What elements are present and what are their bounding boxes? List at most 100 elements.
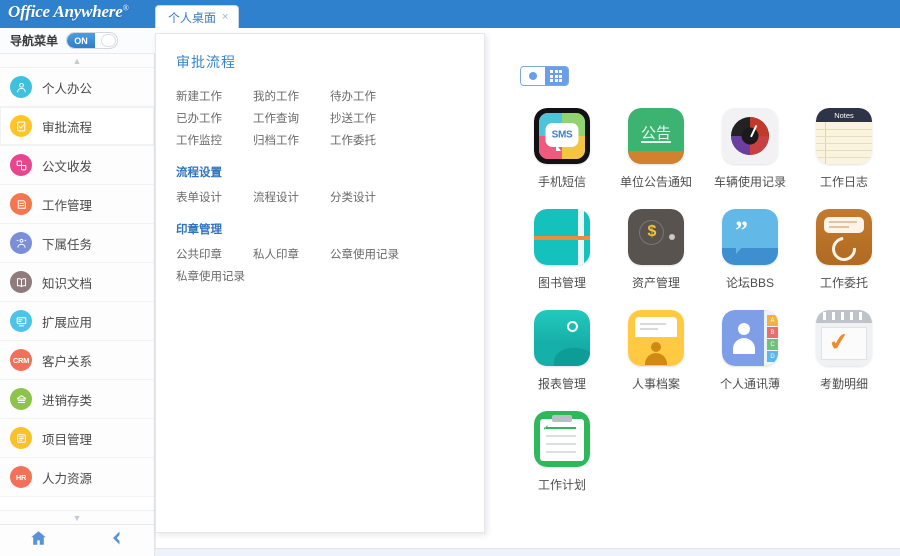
grid-view-button[interactable] (545, 67, 569, 85)
sidebar-item-label: 公文收发 (42, 156, 92, 175)
app-tile-6[interactable]: $资产管理 (609, 209, 703, 291)
megamenu-link-2-2[interactable]: 流程设计 (253, 187, 330, 209)
megamenu-link-3-2[interactable]: 私人印章 (253, 244, 330, 266)
nav-menu-toggle-row: 导航菜单 ON (0, 28, 155, 54)
sidebar-item-5[interactable]: 下属任务 (0, 224, 154, 263)
project-icon (10, 427, 32, 449)
megamenu-link-1-3[interactable]: 待办工作 (330, 86, 407, 108)
sidebar-item-4[interactable]: 工作管理 (0, 185, 154, 224)
app-tile-1[interactable]: SMS手机短信 (515, 108, 609, 190)
chevron-left-icon (110, 530, 122, 551)
app-tile-2[interactable]: 公告单位公告通知 (609, 108, 703, 190)
list-view-button[interactable] (521, 67, 545, 85)
main-content: SMS手机短信公告单位公告通知车辆使用记录Notes工作日志图书管理$资产管理”… (485, 33, 900, 548)
megamenu-link-2-1[interactable]: 表单设计 (176, 187, 253, 209)
app-tile-3[interactable]: 车辆使用记录 (703, 108, 797, 190)
app-tile-label: 报表管理 (538, 375, 586, 392)
plan-icon: ✔ (534, 411, 590, 467)
megamenu-link-3-1[interactable]: 公共印章 (176, 244, 253, 266)
registered-mark: ® (123, 3, 129, 12)
megamenu-link-1-4[interactable]: 已办工作 (176, 108, 253, 130)
hr-icon: HR (10, 466, 32, 488)
sidebar-item-2[interactable]: 审批流程 (0, 107, 154, 146)
close-icon[interactable]: × (222, 12, 228, 23)
list-view-icon (529, 72, 537, 80)
megamenu-group-title-3: 印章管理 (176, 221, 484, 237)
sidebar-item-label: 客户关系 (42, 351, 92, 370)
app-tile-label: 考勤明细 (820, 375, 868, 392)
megamenu-link-2-3[interactable]: 分类设计 (330, 187, 407, 209)
app-tile-label: 工作委托 (820, 274, 868, 291)
notes-icon: Notes (816, 108, 872, 164)
sidebar-item-11[interactable]: HR人力资源 (0, 458, 154, 497)
sidebar-item-1[interactable]: 个人办公 (0, 68, 154, 107)
announce-icon: 公告 (628, 108, 684, 164)
app-tile-7[interactable]: ”论坛BBS (703, 209, 797, 291)
app-tile-label: 单位公告通知 (620, 173, 692, 190)
delegate-icon (816, 209, 872, 265)
app-tile-9[interactable]: 报表管理 (515, 310, 609, 392)
sidebar-scroll-down-icon[interactable]: ▼ (0, 510, 154, 524)
app-tile-label: 资产管理 (632, 274, 680, 291)
application-window: Office Anywhere® 个人桌面 × 导航菜单 ON ▲ 个人办公审批… (0, 0, 900, 556)
app-tile-5[interactable]: 图书管理 (515, 209, 609, 291)
sidebar-item-10[interactable]: 项目管理 (0, 419, 154, 458)
tab-personal-desktop[interactable]: 个人桌面 × (155, 5, 239, 28)
team-icon (10, 232, 32, 254)
app-tile-10[interactable]: 人事档案 (609, 310, 703, 392)
user-icon (10, 76, 32, 98)
attendance-icon: ✔ (816, 310, 872, 366)
app-tile-8[interactable]: 工作委托 (797, 209, 891, 291)
megamenu-sections: 新建工作我的工作待办工作已办工作工作查询抄送工作工作监控归档工作工作委托流程设置… (176, 86, 484, 288)
home-button[interactable] (0, 530, 77, 551)
contacts-icon: ABCD (722, 310, 778, 366)
megamenu-group-3: 公共印章私人印章公章使用记录私章使用记录 (176, 244, 468, 288)
sidebar-scroll-up-icon[interactable]: ▲ (0, 54, 154, 68)
megamenu-link-1-6[interactable]: 抄送工作 (330, 108, 407, 130)
sidebar-item-label: 知识文档 (42, 273, 92, 292)
back-button[interactable] (77, 530, 154, 551)
megamenu-link-3-3[interactable]: 公章使用记录 (330, 244, 407, 266)
app-tile-12[interactable]: ✔ 考勤明细 (797, 310, 891, 392)
sidebar-menu: 个人办公审批流程公文收发工作管理下属任务知识文档扩展应用 CRM 客户关系进销存类项… (0, 68, 154, 510)
app-tile-11[interactable]: ABCD 个人通讯薄 (703, 310, 797, 392)
bbs-icon: ” (722, 209, 778, 265)
view-mode-toggle[interactable] (520, 66, 569, 86)
sidebar-item-9[interactable]: 进销存类 (0, 380, 154, 419)
nav-menu-label: 导航菜单 (10, 32, 58, 49)
inventory-icon (10, 388, 32, 410)
app-tile-4[interactable]: Notes工作日志 (797, 108, 891, 190)
report-icon (534, 310, 590, 366)
megamenu-group-2: 表单设计流程设计分类设计 (176, 187, 468, 209)
approval-flow-megamenu: 审批流程 新建工作我的工作待办工作已办工作工作查询抄送工作工作监控归档工作工作委… (155, 33, 485, 533)
sidebar-item-label: 项目管理 (42, 429, 92, 448)
application-grid: SMS手机短信公告单位公告通知车辆使用记录Notes工作日志图书管理$资产管理”… (515, 108, 900, 512)
app-tile-label: 图书管理 (538, 274, 586, 291)
megamenu-link-1-8[interactable]: 归档工作 (253, 130, 330, 152)
sidebar-item-6[interactable]: 知识文档 (0, 263, 154, 302)
sidebar-item-3[interactable]: 公文收发 (0, 146, 154, 185)
megamenu-link-1-7[interactable]: 工作监控 (176, 130, 253, 152)
sidebar-item-label: 进销存类 (42, 390, 92, 409)
app-tile-13[interactable]: ✔工作计划 (515, 411, 609, 493)
top-header-bar: Office Anywhere® (0, 0, 900, 28)
megamenu-link-1-1[interactable]: 新建工作 (176, 86, 253, 108)
sidebar-item-8[interactable]: CRM 客户关系 (0, 341, 154, 380)
sidebar-item-7[interactable]: 扩展应用 (0, 302, 154, 341)
vehicle-icon (722, 108, 778, 164)
megamenu-group-1: 新建工作我的工作待办工作已办工作工作查询抄送工作工作监控归档工作工作委托 (176, 86, 468, 152)
megamenu-link-1-5[interactable]: 工作查询 (253, 108, 330, 130)
app-tile-label: 人事档案 (632, 375, 680, 392)
megamenu-link-1-9[interactable]: 工作委托 (330, 130, 407, 152)
megamenu-link-3-4[interactable]: 私章使用记录 (176, 266, 253, 288)
nav-menu-switch[interactable]: ON (66, 32, 118, 49)
brand-text: Office Anywhere (8, 2, 123, 21)
library-icon (534, 209, 590, 265)
app-tile-label: 个人通讯薄 (720, 375, 780, 392)
megamenu-link-1-2[interactable]: 我的工作 (253, 86, 330, 108)
sidebar-item-label: 工作管理 (42, 195, 92, 214)
crm-icon: CRM (10, 349, 32, 371)
grid-view-icon (550, 70, 562, 82)
extension-icon (10, 310, 32, 332)
sidebar-footer (0, 524, 154, 556)
